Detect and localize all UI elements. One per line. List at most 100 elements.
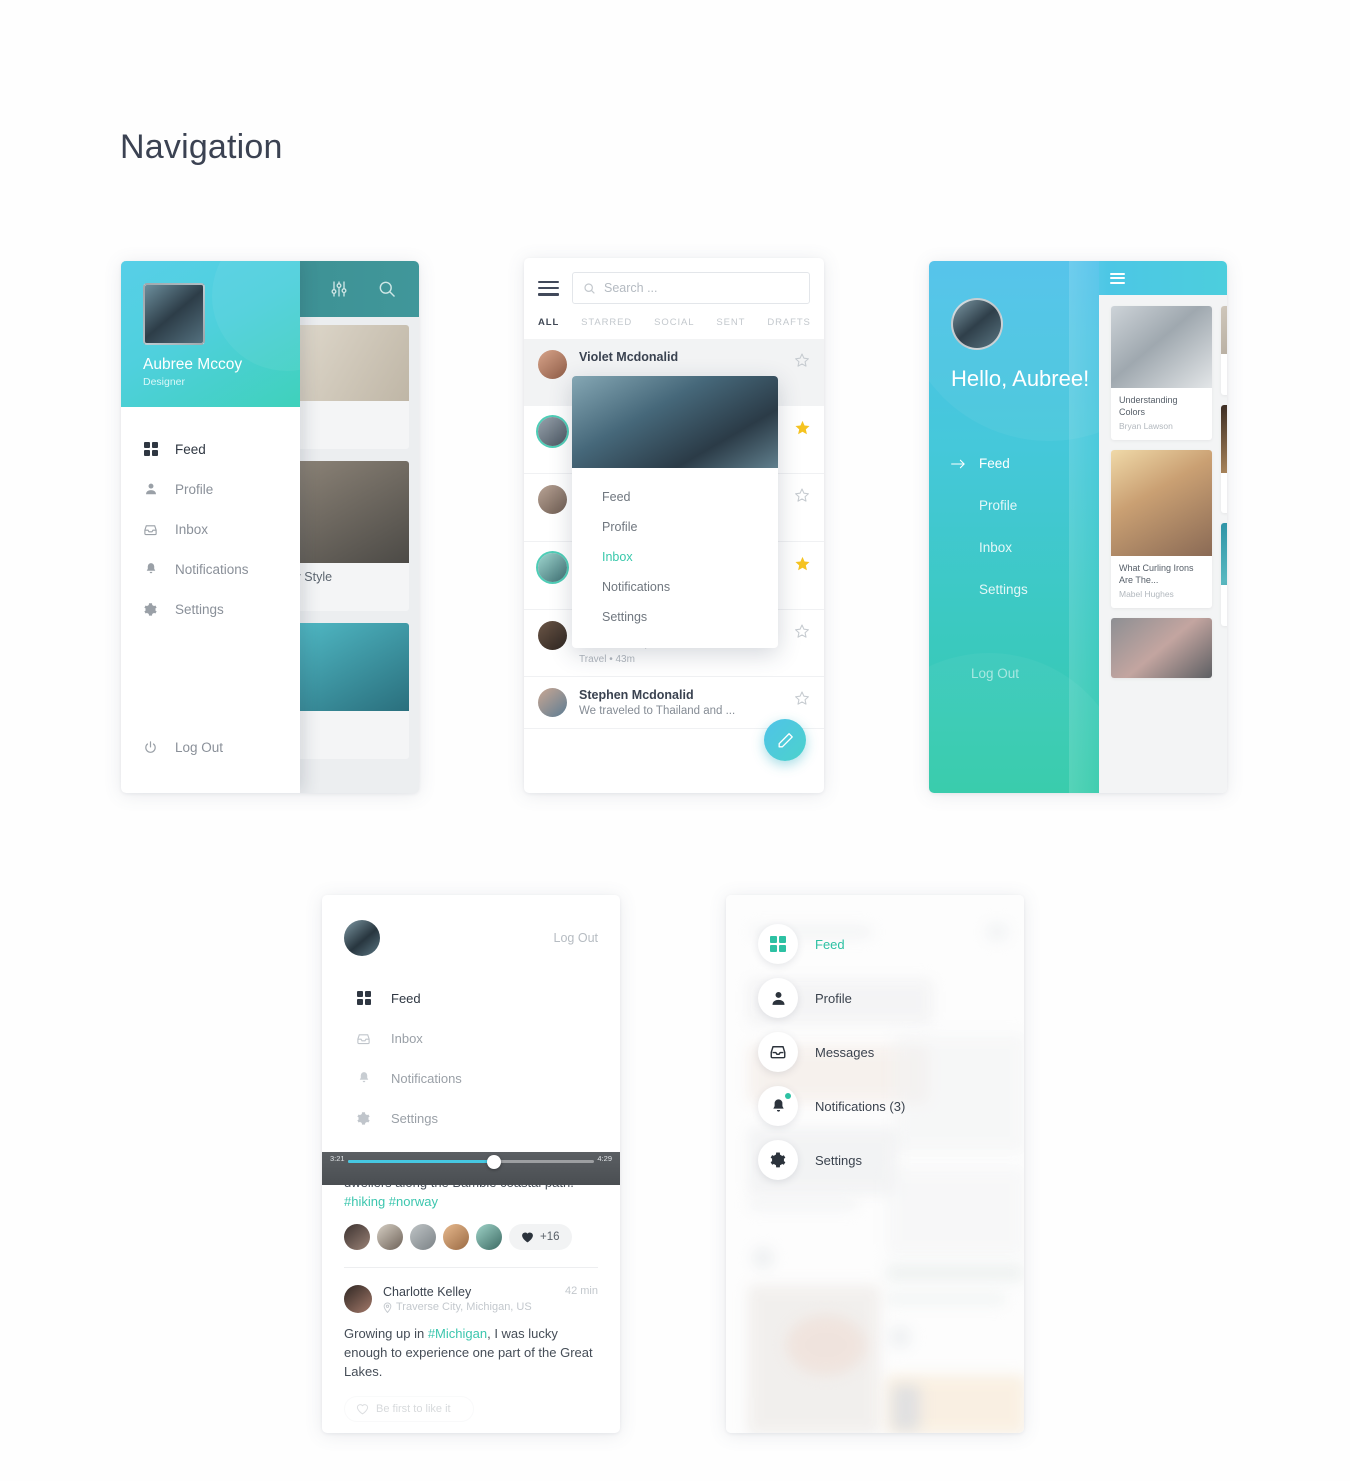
feed-card[interactable] — [1111, 618, 1212, 678]
pencil-icon — [776, 731, 795, 750]
sidebar-item-inbox[interactable]: Inbox — [121, 509, 300, 549]
menu-item-profile[interactable]: Profile — [726, 971, 1024, 1025]
tab-starred[interactable]: STARRED — [581, 317, 632, 328]
avatar[interactable] — [344, 1224, 370, 1250]
tab-drafts[interactable]: DRAFTS — [767, 317, 810, 328]
avatar[interactable] — [377, 1224, 403, 1250]
heart-outline-icon — [356, 1403, 369, 1415]
sidebar-item-label: Notifications — [175, 561, 249, 577]
sidebar-item-label: Notifications — [391, 1070, 462, 1086]
tab-social[interactable]: SOCIAL — [654, 317, 694, 328]
avatar[interactable] — [410, 1224, 436, 1250]
sidebar-item-inbox[interactable]: Inbox — [322, 1018, 620, 1058]
sliders-icon[interactable] — [329, 279, 349, 299]
logout-button[interactable]: Log Out — [554, 931, 598, 945]
sidebar-item-notifications[interactable]: Notifications — [322, 1058, 620, 1098]
like-cta-button[interactable]: Be first to like it — [344, 1396, 474, 1422]
logout-label: Log Out — [175, 739, 224, 755]
user-name: Aubree Mccoy — [143, 356, 243, 373]
video-progress-bar[interactable] — [348, 1160, 594, 1163]
circular-menu: Feed Profile Messages Notifications (3) … — [726, 917, 1024, 1187]
like-count-button[interactable]: +16 — [509, 1224, 572, 1250]
bell-icon — [356, 1071, 371, 1086]
sidebar-item-profile[interactable]: Profile — [121, 469, 300, 509]
dropdown-item-profile[interactable]: Profile — [572, 512, 778, 542]
feed-columns: Understanding Colors Bryan Lawson What C… — [1093, 295, 1227, 688]
panel-drawer-over-feed: Burn The Ships Helen Rogers Barbequed Ri… — [121, 261, 419, 793]
panel-circular-icon-menu: Feed Profile Messages Notifications (3) … — [726, 895, 1024, 1433]
search-input[interactable]: Search ... — [572, 272, 810, 304]
notification-badge-dot — [785, 1093, 791, 1099]
compose-button[interactable] — [764, 719, 806, 761]
avatar[interactable] — [344, 1285, 372, 1313]
dropdown-item-feed[interactable]: Feed — [572, 482, 778, 512]
video-scrubber-handle[interactable] — [487, 1154, 502, 1169]
post-location: Traverse City, Michigan, US — [383, 1301, 554, 1313]
logout-button[interactable]: Log Out — [971, 666, 1019, 681]
dropdown-item-settings[interactable]: Settings — [572, 602, 778, 632]
heart-icon — [521, 1231, 534, 1243]
card-title: What Curling Irons Are The... — [1119, 563, 1194, 585]
card-thumbnail — [1111, 306, 1212, 388]
video-player[interactable]: 3:21 4:29 — [322, 1152, 620, 1185]
grid-icon — [143, 442, 158, 457]
sidebar-item-feed[interactable]: Feed — [121, 429, 300, 469]
avatar[interactable] — [344, 920, 380, 956]
dropdown-item-inbox[interactable]: Inbox — [572, 542, 778, 572]
card-thumbnail — [1111, 618, 1212, 678]
card-thumbnail — [1221, 523, 1227, 585]
post-hashtag[interactable]: #Michigan — [428, 1326, 487, 1341]
star-icon[interactable] — [794, 690, 810, 706]
hamburger-icon[interactable] — [538, 280, 559, 296]
sidebar-item-feed[interactable]: Feed — [951, 456, 1028, 471]
star-icon[interactable] — [794, 555, 810, 571]
video-duration: 4:29 — [597, 1154, 612, 1163]
card-author: Bryan Lawson — [1119, 421, 1173, 431]
star-icon[interactable] — [794, 623, 810, 639]
likers-row: +16 — [344, 1224, 598, 1250]
panel-inbox-with-dropdown: Search ... ALL STARRED SOCIAL SENT DRAFT… — [524, 258, 824, 793]
menu-item-messages[interactable]: Messages — [726, 1025, 1024, 1079]
sidebar-item-settings[interactable]: Settings — [121, 589, 300, 629]
feed-card[interactable]: Ba... Ka... Jo... — [1221, 404, 1227, 513]
sidebar-item-label: Profile — [175, 481, 214, 497]
feed-card[interactable]: Bu... He... — [1221, 306, 1227, 395]
tab-sent[interactable]: SENT — [716, 317, 745, 328]
user-role: Designer — [143, 376, 186, 388]
star-icon[interactable] — [794, 487, 810, 503]
avatar[interactable] — [143, 283, 205, 345]
greeting-text: Hello, Aubree! — [951, 366, 1090, 391]
star-icon[interactable] — [794, 419, 810, 435]
menu-item-feed[interactable]: Feed — [726, 917, 1024, 971]
menu-item-notifications[interactable]: Notifications (3) — [726, 1079, 1024, 1133]
logout-button[interactable]: Log Out — [121, 727, 300, 767]
hamburger-icon[interactable] — [1110, 272, 1125, 284]
menu-item-settings[interactable]: Settings — [726, 1133, 1024, 1187]
sidebar-item-label: Inbox — [391, 1030, 423, 1046]
card-thumbnail — [1111, 450, 1212, 556]
dropdown-header-image — [572, 376, 778, 468]
sidebar-item-label: Settings — [175, 601, 224, 617]
sidebar-item-label: Profile — [979, 498, 1018, 513]
sidebar-item-settings[interactable]: Settings — [951, 582, 1028, 597]
post-tags[interactable]: #hiking #norway — [344, 1192, 598, 1211]
drawer-nav-list: Feed Profile Inbox Notifications Setting… — [121, 407, 300, 727]
dropdown-item-notifications[interactable]: Notifications — [572, 572, 778, 602]
avatar[interactable] — [476, 1224, 502, 1250]
panel3-feed: Understanding Colors Bryan Lawson What C… — [1093, 261, 1227, 793]
sidebar-item-profile[interactable]: Profile — [951, 498, 1028, 513]
tab-all[interactable]: ALL — [538, 317, 559, 328]
avatar[interactable] — [443, 1224, 469, 1250]
feed-card[interactable]: What Curling Irons Are The... Mabel Hugh… — [1111, 450, 1212, 608]
sidebar-item-feed[interactable]: Feed — [322, 978, 620, 1018]
sidebar-item-notifications[interactable]: Notifications — [121, 549, 300, 589]
video-current-time: 3:21 — [330, 1154, 345, 1163]
sidebar-item-settings[interactable]: Settings — [322, 1098, 620, 1138]
sidebar-item-inbox[interactable]: Inbox — [951, 540, 1028, 555]
search-icon[interactable] — [377, 279, 397, 299]
avatar[interactable] — [951, 298, 1003, 350]
drawer-footer: Log Out — [121, 727, 300, 793]
feed-card[interactable]: Un... Co... Br... — [1221, 523, 1227, 626]
feed-card[interactable]: Understanding Colors Bryan Lawson — [1111, 306, 1212, 440]
star-icon[interactable] — [794, 352, 810, 368]
